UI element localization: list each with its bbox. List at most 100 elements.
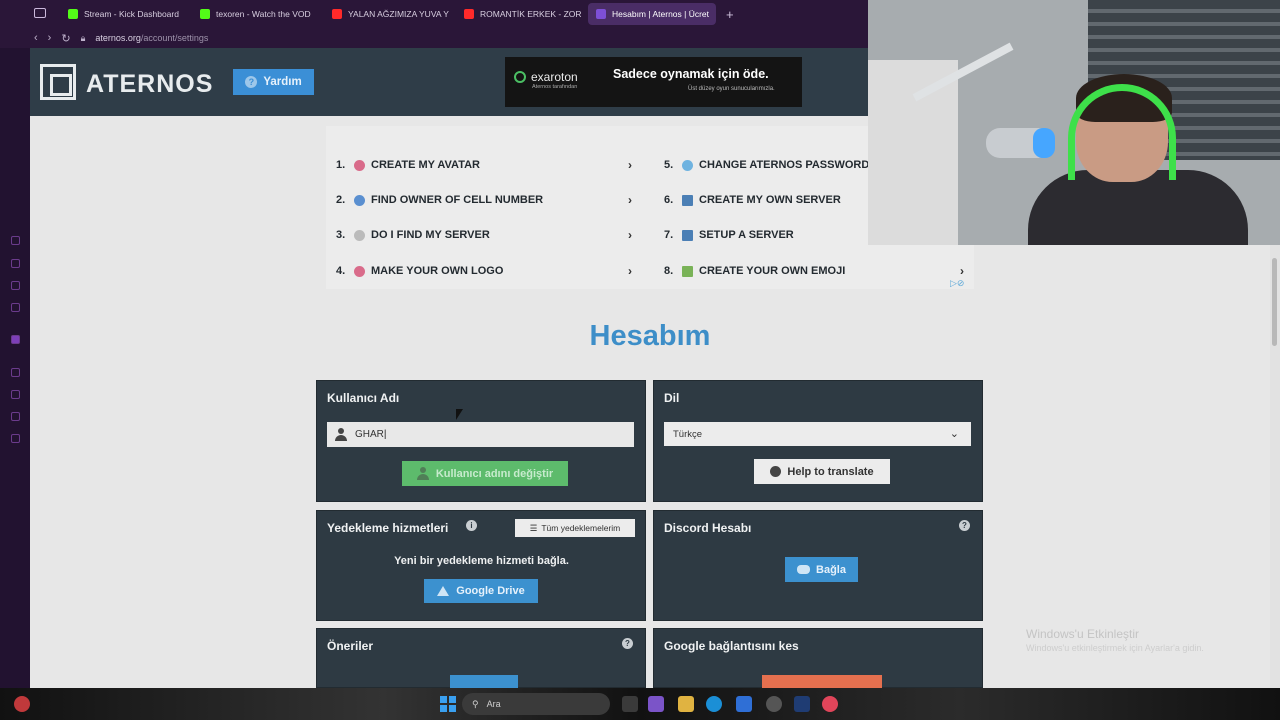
card-title: Discord Hesabı <box>664 521 752 535</box>
settings-icon[interactable] <box>11 434 20 443</box>
globe-icon <box>682 159 693 171</box>
browser-tab-youtube-1[interactable]: YALAN AĞZIMIZA YUVA Y <box>324 3 452 25</box>
chevron-right-icon: › <box>960 264 964 278</box>
ad-link-8[interactable]: 8. CREATE YOUR OWN EMOJI › <box>664 260 964 282</box>
ad-slogan-sub: Üst düzey oyun sunucularımızla. <box>688 86 775 92</box>
forward-icon[interactable]: › <box>48 32 52 44</box>
ad-slogan: Sadece oynamak için öde. <box>613 67 769 81</box>
site-header: ATERNOS ? Yardım exaroton Aternos tarafı… <box>30 48 868 116</box>
chevron-right-icon: › <box>628 264 632 278</box>
all-backups-button[interactable]: ☰ Tüm yedeklemelerim <box>515 519 635 537</box>
sidebar-app-icon[interactable] <box>11 303 20 312</box>
task-view-icon[interactable] <box>622 696 638 712</box>
sidebar-app-icon[interactable] <box>11 236 20 245</box>
card-title: Yedekleme hizmetleri <box>327 521 449 535</box>
aternos-logo-icon[interactable] <box>40 64 76 100</box>
google-disconnect-button[interactable] <box>762 675 882 689</box>
opera-gx-icon[interactable] <box>822 696 838 712</box>
help-to-translate-button[interactable]: Help to translate <box>754 459 890 484</box>
edge-icon[interactable] <box>706 696 722 712</box>
windows-activation-text: Windows'u etkinleştirmek için Ayarlar'a … <box>1026 643 1204 653</box>
ad-link-2[interactable]: 2. FIND OWNER OF CELL NUMBER › <box>336 189 632 211</box>
youtube-icon <box>464 9 474 19</box>
lock-icon: 🔒︎ <box>80 32 86 43</box>
ad-brand: exaroton <box>531 70 578 84</box>
site-logo-text[interactable]: ATERNOS <box>86 70 213 99</box>
backup-services-card: Yedekleme hizmetleri i ☰ Tüm yedeklemele… <box>316 510 646 621</box>
ad-link-4[interactable]: 4. MAKE YOUR OWN LOGO › <box>336 260 632 282</box>
suggestions-button[interactable] <box>450 675 518 689</box>
ad-brand-sub: Aternos tarafından <box>532 84 578 90</box>
ad-choices-icon[interactable]: ▷⊘ <box>950 278 964 289</box>
exaroton-ad-banner[interactable]: exaroton Aternos tarafından Sadece oynam… <box>505 57 802 107</box>
sidebar-app-icon[interactable] <box>11 390 20 399</box>
aternos-icon <box>596 9 606 19</box>
weather-icon[interactable] <box>14 696 30 712</box>
browser-tab-youtube-2[interactable]: ROMANTİK ERKEK - ZOR <box>456 3 584 25</box>
info-icon[interactable]: ? <box>959 520 970 531</box>
window-menu-icon[interactable] <box>34 8 46 18</box>
store-icon[interactable] <box>736 696 752 712</box>
sidebar-app-icon[interactable] <box>11 259 20 268</box>
scrollbar-thumb[interactable] <box>1272 258 1277 346</box>
search-icon <box>354 194 365 206</box>
card-title: Kullanıcı Adı <box>327 391 400 405</box>
page-title: Hesabım <box>589 320 711 352</box>
image-icon <box>682 265 693 277</box>
google-drive-button[interactable]: Google Drive <box>424 579 538 603</box>
user-icon <box>335 428 347 441</box>
chevron-down-icon: ⌄ <box>949 428 959 440</box>
twitch-icon[interactable] <box>11 335 20 344</box>
language-card: Dil Türkçe ⌄ Help to translate <box>653 380 983 502</box>
widgets-icon[interactable] <box>648 696 664 712</box>
card-title: Öneriler <box>327 639 374 653</box>
avatar-icon <box>354 159 365 171</box>
chevron-right-icon: › <box>628 193 632 207</box>
file-explorer-icon[interactable] <box>678 696 694 712</box>
sidebar-app-icon[interactable] <box>11 281 20 290</box>
url-field[interactable]: aternos.org/account/settings <box>95 33 208 43</box>
back-icon[interactable]: ‹ <box>34 32 38 44</box>
sidebar-app-icon[interactable] <box>11 368 20 377</box>
list-icon: ☰ <box>529 522 538 533</box>
google-disconnect-card: Google bağlantısını kes <box>653 628 983 689</box>
start-menu-icon[interactable] <box>440 696 456 712</box>
globe-icon <box>770 466 782 477</box>
logo-icon <box>354 265 365 277</box>
backup-description: Yeni bir yedekleme hizmeti bağla. <box>394 555 569 567</box>
browser-tab-aternos[interactable]: Hesabım | Aternos | Ücret <box>588 3 716 25</box>
change-username-button[interactable]: Kullanıcı adını değiştir <box>402 461 568 486</box>
youtube-icon <box>332 9 342 19</box>
info-icon[interactable]: i <box>466 520 477 531</box>
chevron-right-icon: › <box>628 228 632 242</box>
search-icon: ⚲ <box>472 698 479 709</box>
monitor-icon <box>682 229 693 241</box>
taskbar-search[interactable]: ⚲ Ara <box>462 693 610 715</box>
language-select[interactable]: Türkçe ⌄ <box>664 422 971 446</box>
ad-link-3[interactable]: 3. DO I FIND MY SERVER › <box>336 224 632 246</box>
help-icon: ? <box>245 76 258 88</box>
sidebar-app-icon[interactable] <box>11 412 20 421</box>
discord-icon <box>797 565 811 574</box>
kick-icon <box>68 9 78 19</box>
browser-tab-bar: Stream - Kick Dashboard texoren - Watch … <box>0 0 868 28</box>
username-input[interactable]: GHAR | <box>327 422 634 447</box>
steam-icon[interactable] <box>794 696 810 712</box>
info-icon[interactable]: ? <box>622 638 633 649</box>
mouse-cursor-icon <box>456 409 463 420</box>
browser-tab-kick-dashboard[interactable]: Stream - Kick Dashboard <box>60 3 188 25</box>
reload-icon[interactable]: ↻ <box>61 32 70 45</box>
ad-link-1[interactable]: 1. CREATE MY AVATAR › <box>336 154 632 176</box>
card-title: Dil <box>664 391 680 405</box>
obs-icon[interactable] <box>766 696 782 712</box>
help-button[interactable]: ? Yardım <box>233 69 314 95</box>
exaroton-logo-icon <box>514 71 526 83</box>
discord-connect-button[interactable]: Bağla <box>785 557 858 582</box>
windows-taskbar <box>0 688 1280 720</box>
address-bar: ‹ › ↻ 🔒︎ aternos.org/account/settings <box>0 28 868 48</box>
new-tab-button[interactable]: + <box>720 7 740 22</box>
suggestions-card: Öneriler ? <box>316 628 646 689</box>
webcam-overlay <box>868 0 1280 245</box>
browser-tab-kick-vod[interactable]: texoren - Watch the VOD <box>192 3 320 25</box>
chevron-right-icon: › <box>628 158 632 172</box>
